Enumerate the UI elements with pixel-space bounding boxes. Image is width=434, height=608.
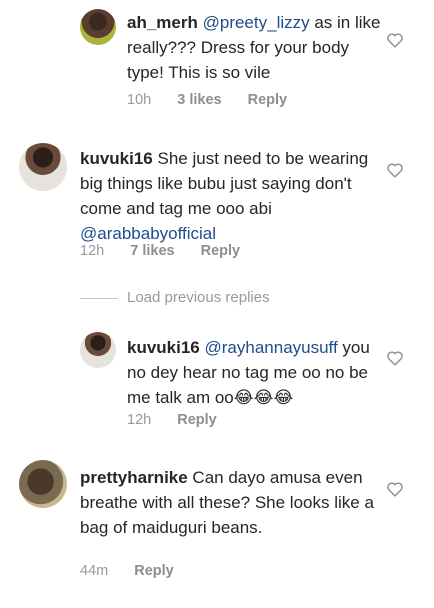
comment-body: kuvuki16 She just need to be wearing big… [80,146,380,246]
mention-link[interactable]: @rayhannayusuff [205,338,338,357]
reply-button[interactable]: Reply [134,563,174,579]
timestamp: 44m [80,563,109,579]
timestamp: 12h [80,243,105,259]
comment-body: ah_merh @preety_lizzy as in like really?… [127,10,382,85]
reply-button[interactable]: Reply [177,412,217,428]
username[interactable]: kuvuki16 [127,338,200,357]
comment-meta: 12h Reply [127,412,239,428]
comment-body: prettyharnike Can dayo amusa even breath… [80,465,380,540]
heart-outline-icon[interactable] [386,162,404,178]
heart-outline-icon[interactable] [386,32,404,48]
reply-button[interactable]: Reply [201,243,241,259]
comment-body: kuvuki16 @rayhannayusuff you no dey hear… [127,335,382,410]
comment: prettyharnike Can dayo amusa even breath… [0,455,434,590]
avatar[interactable] [80,9,116,45]
reply-button[interactable]: Reply [248,92,288,108]
comment-meta: 44m Reply [80,563,196,579]
load-previous-label[interactable]: Load previous replies [127,289,270,306]
reply-comment: ah_merh @preety_lizzy as in like really?… [0,0,434,112]
username[interactable]: prettyharnike [80,468,188,487]
likes-count[interactable]: 3 likes [177,92,221,108]
comment-meta: 10h 3 likes Reply [127,92,309,108]
username[interactable]: kuvuki16 [80,149,153,168]
divider-line [80,298,118,299]
comment: kuvuki16 She just need to be wearing big… [0,138,434,268]
comment-meta: 12h 7 likes Reply [80,243,262,259]
timestamp: 10h [127,92,152,108]
avatar[interactable] [19,460,67,508]
timestamp: 12h [127,412,152,428]
reply-comment: kuvuki16 @rayhannayusuff you no dey hear… [0,327,434,437]
heart-outline-icon[interactable] [386,481,404,497]
avatar[interactable] [80,332,116,368]
username[interactable]: ah_merh [127,13,198,32]
likes-count[interactable]: 7 likes [130,243,174,259]
heart-outline-icon[interactable] [386,350,404,366]
avatar[interactable] [19,143,67,191]
mention-link[interactable]: @preety_lizzy [203,13,310,32]
mention-link[interactable]: @arabbabyofficial [80,224,216,243]
